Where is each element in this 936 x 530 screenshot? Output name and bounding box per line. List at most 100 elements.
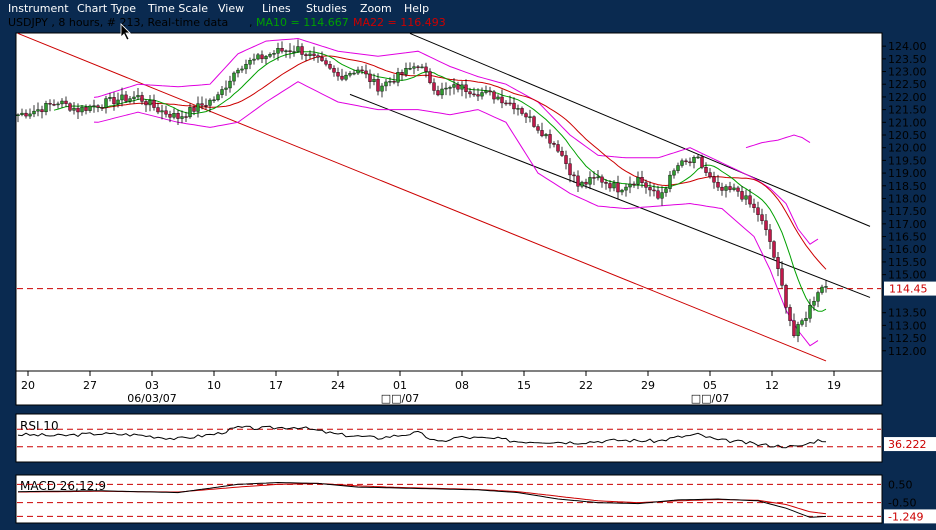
price-tick-label: 117.50 [888, 205, 927, 218]
price-tick-label: 113.50 [888, 307, 927, 320]
candle-body [524, 113, 528, 118]
candle-body [364, 70, 368, 75]
candle-body [88, 105, 92, 111]
menu-time-scale[interactable]: Time Scale [148, 2, 208, 15]
candle-body [308, 53, 312, 57]
candle-body [748, 195, 752, 205]
price-tick-label: 115.00 [888, 269, 927, 282]
candle-body [444, 87, 448, 90]
macd-panel [15, 474, 883, 524]
candle-body [344, 74, 348, 80]
candle-body [128, 98, 132, 102]
candle-body [404, 68, 408, 75]
candle [772, 240, 776, 260]
candle-body [788, 307, 792, 321]
time-tick-label: 22 [579, 379, 593, 392]
candle-body [604, 182, 608, 184]
price-tick-label: 116.00 [888, 243, 927, 256]
time-axis: 20 27 03 10 17 24 01 08 15 22 29 05 12 19 06/03/07 □□/0… [15, 370, 883, 406]
candle-body [568, 163, 572, 176]
candle-body [560, 150, 564, 156]
candle-body [20, 112, 24, 115]
candle-body [808, 304, 812, 319]
candle-body [380, 85, 384, 92]
candle-body [284, 50, 288, 52]
candle-body [68, 103, 72, 111]
candle-body [100, 107, 104, 109]
header-separator: , [249, 16, 253, 29]
candle-body [480, 92, 484, 97]
time-tick-label: 03 [145, 379, 159, 392]
candle-body [556, 144, 560, 152]
candle-body [656, 190, 660, 199]
menu-zoom[interactable]: Zoom [360, 2, 392, 15]
candle-body [784, 285, 788, 308]
candle-body [408, 68, 412, 70]
candle-body [640, 177, 644, 183]
candle [532, 115, 536, 128]
candle-body [304, 54, 308, 57]
menu-chart-type[interactable]: Chart Type [77, 2, 136, 15]
candle-body [608, 183, 612, 189]
candle-body [156, 107, 160, 113]
candle-body [436, 90, 440, 96]
candle-body [644, 182, 648, 188]
candle [68, 102, 72, 112]
candle-body [332, 68, 336, 73]
candle-body [248, 60, 252, 65]
candle-body [140, 95, 144, 102]
price-tick-label: 122.50 [888, 78, 927, 91]
candle-body [200, 103, 204, 106]
candle-body [56, 103, 60, 106]
time-tick-label: 17 [269, 379, 283, 392]
candle-body [52, 104, 56, 106]
time-tick-label: 24 [331, 379, 345, 392]
menu-help[interactable]: Help [404, 2, 429, 15]
candle-body [252, 58, 256, 61]
candle-body [680, 160, 684, 166]
candle-body [168, 113, 172, 118]
menu-studies[interactable]: Studies [306, 2, 347, 15]
price-panel [15, 32, 883, 372]
candle-body [64, 100, 68, 104]
candle-body [816, 292, 820, 302]
candle-body [512, 102, 516, 110]
candle-body [220, 89, 224, 95]
price-tick-label: 123.50 [888, 53, 927, 66]
header-ma10: MA10 = 114.667 [256, 16, 349, 29]
candle-body [340, 75, 344, 80]
candle-body [388, 81, 392, 83]
candle-body [576, 175, 580, 187]
candle-body [428, 71, 432, 83]
time-tick-label: 20 [21, 379, 35, 392]
candle-body [328, 64, 332, 69]
candle-body [600, 176, 604, 183]
candle-body [552, 143, 556, 145]
candle-body [744, 195, 748, 200]
candle-body [160, 110, 164, 113]
candle-body [124, 94, 128, 102]
candle-body [292, 51, 296, 53]
candle-body [508, 102, 512, 105]
price-tick-label: 116.50 [888, 231, 927, 244]
candle-body [72, 107, 76, 111]
candle-body [224, 87, 228, 90]
menu-view[interactable]: View [218, 2, 244, 15]
candle-body [760, 214, 764, 221]
menu-instrument[interactable]: Instrument [8, 2, 69, 15]
candle-body [300, 46, 304, 55]
macd-axis-label: 0.50 [888, 478, 913, 491]
candle-body [176, 113, 180, 119]
candle-body [236, 69, 240, 74]
candle-body [620, 189, 624, 193]
menu-lines[interactable]: Lines [262, 2, 291, 15]
candle-body [544, 134, 548, 137]
candle-body [548, 134, 552, 144]
price-tick-label: 122.00 [888, 91, 927, 104]
candle-body [668, 174, 672, 189]
candle-body [536, 126, 540, 131]
candle-body [696, 156, 700, 159]
price-tick-label: 113.00 [888, 319, 927, 332]
candle-body [720, 186, 724, 191]
candle-body [216, 94, 220, 101]
